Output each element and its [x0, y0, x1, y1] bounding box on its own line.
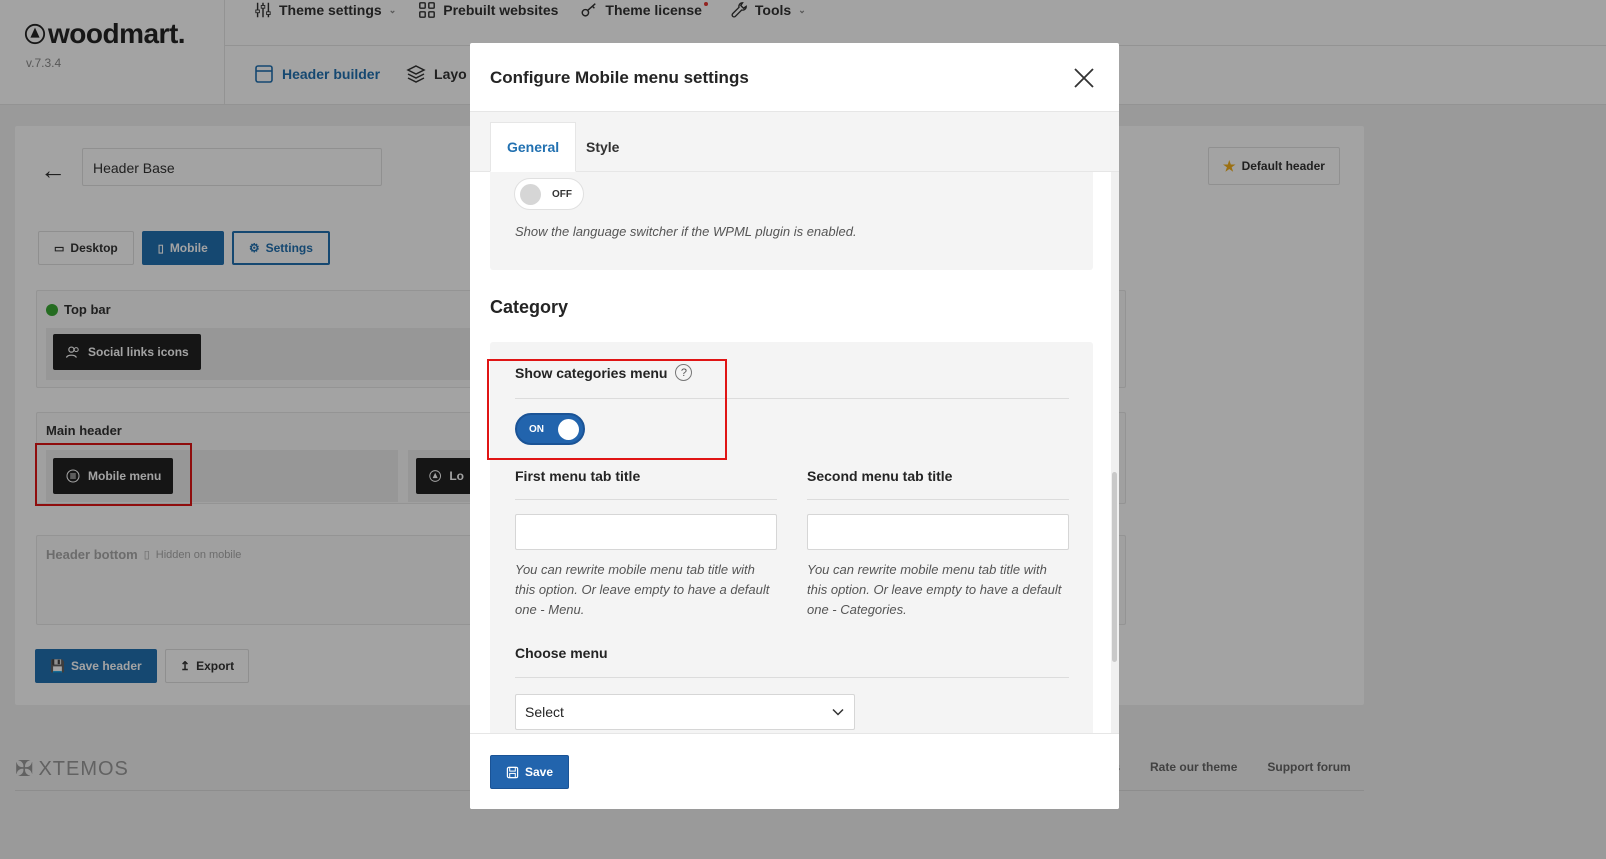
save-icon	[506, 766, 519, 778]
second-tab-title-input[interactable]	[807, 514, 1069, 550]
first-tab-title-label: First menu tab title	[515, 468, 640, 484]
category-section-title: Category	[490, 297, 569, 317]
mobile-menu-settings-modal: Configure Mobile menu settings General S…	[470, 43, 1119, 809]
choose-menu-select[interactable]: Select	[515, 694, 855, 730]
close-icon[interactable]	[1072, 66, 1096, 90]
toggle-state: OFF	[552, 188, 572, 200]
save-button[interactable]: Save	[490, 755, 570, 789]
button-label: Save	[525, 765, 554, 779]
show-categories-highlight	[487, 359, 727, 460]
first-tab-hint: You can rewrite mobile menu tab title wi…	[515, 562, 770, 617]
divider	[515, 499, 777, 500]
modal-tabs: General Style	[470, 112, 1119, 172]
scrollbar-thumb[interactable]	[1112, 472, 1117, 662]
field-label-text: First menu tab title	[515, 468, 641, 484]
modal-body: OFF Show the language switcher if the WP…	[470, 172, 1119, 733]
first-tab-title-input[interactable]	[515, 514, 777, 550]
modal-title: Configure Mobile menu settings	[490, 68, 749, 87]
divider	[807, 499, 1069, 500]
field-label-text: Second menu tab title	[807, 468, 953, 484]
tab-general[interactable]: General	[490, 122, 577, 172]
second-tab-hint: You can rewrite mobile menu tab title wi…	[807, 562, 1062, 617]
modal-footer: Save	[470, 733, 1119, 809]
language-switcher-toggle[interactable]: OFF	[514, 178, 584, 210]
second-tab-title-label: Second menu tab title	[807, 468, 952, 484]
modal-header: Configure Mobile menu settings	[470, 43, 1119, 112]
chevron-down-icon	[832, 708, 844, 716]
language-hint: Show the language switcher if the WPML p…	[515, 224, 857, 239]
choose-menu-label: Choose menu	[515, 645, 608, 661]
tab-style[interactable]: Style	[570, 122, 635, 172]
field-label-text: Choose menu	[515, 645, 608, 661]
divider	[515, 677, 1069, 678]
select-value: Select	[525, 704, 564, 720]
toggle-knob	[520, 184, 541, 205]
